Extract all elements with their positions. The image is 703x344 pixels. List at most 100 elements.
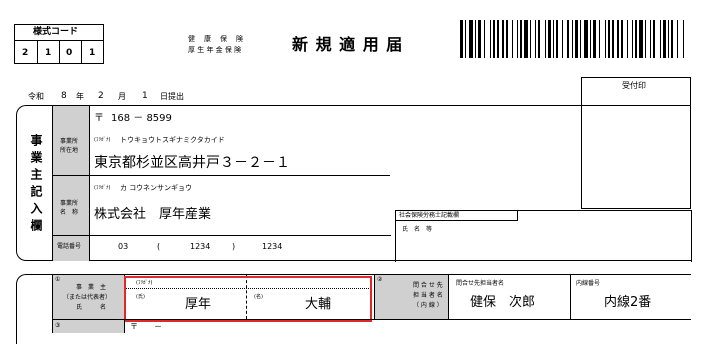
postal-code: 168 － 8599 <box>111 113 172 124</box>
label-column <box>53 106 90 261</box>
ext-divider <box>570 275 571 319</box>
office-name-label: 事業所 名 称 <box>60 200 79 216</box>
barcode-bar <box>598 20 601 58</box>
barcode-bar <box>516 20 518 58</box>
owner-address-label-cell: ③ <box>53 320 125 333</box>
barcode-bar <box>621 20 623 58</box>
barcode-bar <box>501 20 505 58</box>
inquiry-circled-number: ② <box>377 276 383 283</box>
form-code-digit: 0 <box>66 48 73 58</box>
barcode-bar <box>667 20 669 58</box>
barcode-bar <box>676 20 678 58</box>
owner-label-cell: ① 事 業 主 （または代表者） 氏 名 <box>53 275 125 319</box>
title-insurance-line1: 健 康 保 険 <box>188 35 244 43</box>
postal-mark: 〒 <box>94 113 104 124</box>
barcode-bar <box>584 20 588 58</box>
form-code-box: 様式コード 2 1 0 1 <box>14 24 104 64</box>
barcode-bar <box>548 20 551 58</box>
phone-paren-open: ( <box>157 242 161 251</box>
name-divider <box>90 235 391 236</box>
sharoshi-header-label: 社会保険労務士記載欄 <box>399 212 460 219</box>
form-code-header: 様式コード <box>15 25 103 41</box>
phone-exchange: 1234 <box>190 242 211 251</box>
reception-stamp-label: 受付印 <box>622 81 646 90</box>
barcode-bar <box>627 20 629 58</box>
owner-label-line2: （または代表者） <box>63 294 112 301</box>
phone-area: 03 <box>118 242 129 251</box>
furigana-tag: (ﾌﾘｶﾞﾅ) <box>94 137 111 143</box>
contact-name: 健保 次郎 <box>470 295 536 310</box>
barcode-bar <box>589 20 592 58</box>
barcode-bar <box>612 20 614 58</box>
barcode-bar <box>579 20 581 58</box>
barcode-bar <box>519 20 523 58</box>
side-label: 事業主記入欄 <box>29 134 43 236</box>
barcode-bar <box>639 20 644 58</box>
office-address: 東京都杉並区高井戸３－２－１ <box>94 155 290 171</box>
page-title: 新 規 適 用 届 <box>292 35 404 54</box>
date-month: 2 <box>98 91 104 101</box>
owner-postal: 〒 － <box>130 322 162 331</box>
ext-number: 内線2番 <box>604 295 652 310</box>
barcode-bar <box>464 20 466 58</box>
ext-label: 内線番号 <box>576 280 601 287</box>
barcode-bar <box>489 20 491 58</box>
barcode-bar <box>682 20 684 58</box>
barcode-bar <box>571 20 574 58</box>
barcode-image <box>460 20 688 58</box>
address-divider <box>90 175 390 176</box>
barcode-bar <box>631 20 633 58</box>
label-divider <box>53 235 90 236</box>
barcode-bar <box>561 20 563 58</box>
barcode-bar <box>460 20 463 58</box>
barcode-bar <box>567 20 569 58</box>
barcode-bar <box>552 20 554 58</box>
title-insurance-line2: 厚 生 年 金 保 険 <box>188 46 242 54</box>
form-code-digit: 2 <box>22 48 29 58</box>
form-code-label: 様式コード <box>33 27 79 37</box>
barcode-bar <box>469 20 473 58</box>
form-code-digit: 1 <box>89 48 96 58</box>
date-year: 8 <box>61 91 67 101</box>
date-month-unit: 月 <box>118 92 126 101</box>
form-code-divider <box>59 41 60 63</box>
office-name-kana: カ コウネンサンギョウ <box>120 184 192 192</box>
barcode-bar <box>478 20 481 58</box>
highlight-frame <box>124 276 372 322</box>
form-code-divider <box>37 41 38 63</box>
address-kana: トウキョウトスギナミクタカイド <box>120 136 225 144</box>
barcode-bar <box>645 20 647 58</box>
barcode-bar <box>604 20 606 58</box>
barcode-bar <box>593 20 596 58</box>
date-era: 令和 <box>28 92 44 101</box>
barcode-bar <box>652 20 656 58</box>
barcode-bar <box>483 20 486 58</box>
barcode-bar <box>555 20 559 58</box>
inquiry-label: 問 合 せ 先 担 当 者 名 （ 内 線 ） <box>413 282 443 309</box>
barcode-bar <box>575 20 578 58</box>
phone-label: 電話番号 <box>57 243 82 250</box>
barcode-bar <box>506 20 508 58</box>
barcode-bar <box>524 20 529 58</box>
barcode-bar <box>660 20 662 58</box>
address-label: 事業所 所在地 <box>60 138 79 154</box>
barcode-bar <box>634 20 638 58</box>
barcode-bar <box>512 20 514 58</box>
barcode-bar <box>474 20 477 58</box>
owner-row-divider <box>53 319 691 320</box>
date-submit: 日提出 <box>160 92 184 101</box>
barcode-bar <box>649 20 651 58</box>
phone-paren-close: ) <box>232 242 236 251</box>
form-code-divider <box>81 41 82 63</box>
barcode-bar <box>497 20 499 58</box>
barcode-bar <box>670 20 674 58</box>
sharoshi-name-label: 氏 名 等 <box>402 226 433 233</box>
furigana-tag: (ﾌﾘｶﾞﾅ) <box>94 185 111 191</box>
barcode-bar <box>492 20 496 58</box>
form-code-digit: 1 <box>45 48 52 58</box>
barcode-bar <box>537 20 541 58</box>
barcode-bar <box>534 20 536 58</box>
label-divider <box>53 175 90 176</box>
barcode-bar <box>607 20 611 58</box>
contact-name-label: 問合せ先担当者名 <box>456 280 505 287</box>
